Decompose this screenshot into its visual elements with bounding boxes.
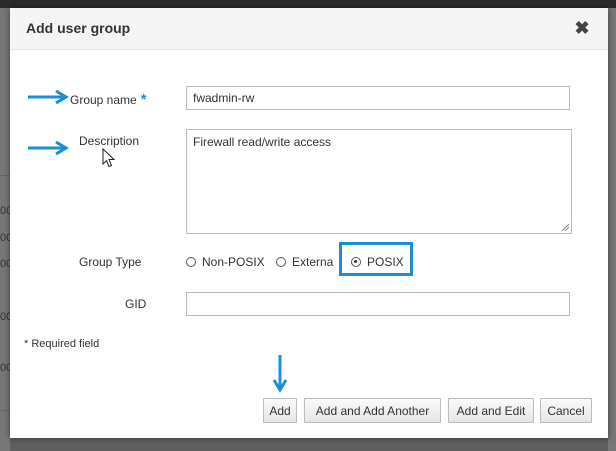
background-cell: 00 bbox=[0, 362, 10, 374]
radio-non-posix[interactable]: Non-POSIX bbox=[186, 252, 265, 272]
add-button[interactable]: Add bbox=[263, 398, 297, 423]
resize-grip-icon[interactable] bbox=[560, 222, 570, 232]
arrow-icon bbox=[273, 355, 287, 393]
radio-circle-icon bbox=[276, 257, 286, 267]
close-icon[interactable]: ✖ bbox=[573, 18, 591, 38]
gid-label: GID bbox=[125, 297, 147, 311]
group-name-label-text: Group name bbox=[70, 93, 137, 107]
required-asterisk: * bbox=[140, 91, 147, 108]
dialog-header: Add user group ✖ bbox=[10, 8, 608, 50]
group-name-label: Group name * bbox=[70, 91, 147, 108]
radio-label: Externa bbox=[292, 255, 334, 269]
background-divider bbox=[0, 410, 10, 411]
required-field-note: * Required field bbox=[24, 338, 100, 350]
group-name-input[interactable] bbox=[186, 86, 570, 110]
add-user-group-dialog: Add user group ✖ Group name* Description… bbox=[10, 8, 608, 438]
background-divider bbox=[0, 175, 10, 176]
radio-external[interactable]: Externa bbox=[276, 252, 338, 272]
mouse-cursor-icon bbox=[102, 148, 115, 168]
background-right-strip bbox=[608, 8, 616, 451]
dialog-title: Add user group bbox=[26, 20, 131, 36]
cancel-button[interactable]: Cancel bbox=[540, 398, 592, 423]
arrow-icon bbox=[28, 90, 69, 104]
background-cell: 00 bbox=[0, 205, 10, 217]
gid-input[interactable] bbox=[186, 292, 570, 316]
arrow-icon bbox=[28, 141, 69, 155]
background-cell: 00 bbox=[0, 258, 10, 270]
description-label: Description bbox=[79, 134, 140, 148]
add-and-edit-button[interactable]: Add and Edit bbox=[448, 398, 534, 423]
posix-highlight-box bbox=[339, 242, 413, 276]
background-left-strip bbox=[0, 8, 10, 451]
background-cell: 00 bbox=[0, 232, 10, 244]
radio-circle-icon bbox=[186, 257, 196, 267]
add-and-add-another-button[interactable]: Add and Add Another bbox=[304, 398, 441, 423]
background-cell: 00 bbox=[0, 311, 10, 323]
group-type-label: Group Type bbox=[79, 255, 142, 269]
background-header bbox=[0, 0, 616, 8]
radio-label: Non-POSIX bbox=[202, 255, 265, 269]
description-textarea[interactable]: Firewall read/write access bbox=[186, 129, 572, 234]
